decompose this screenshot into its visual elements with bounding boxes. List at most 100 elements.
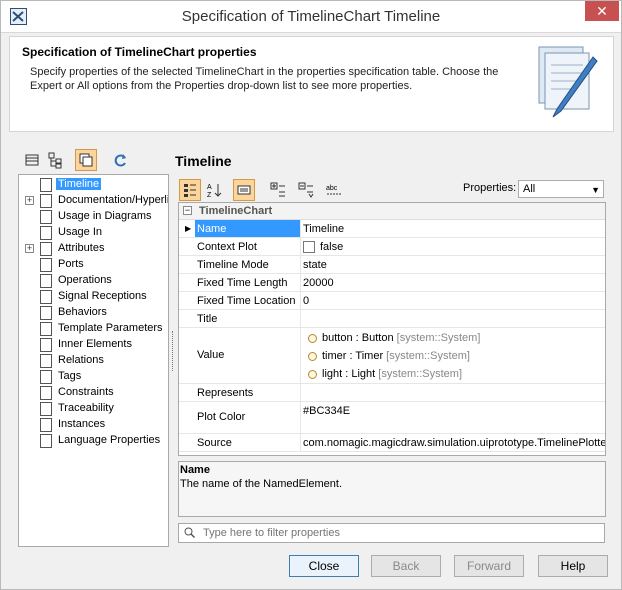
close-button[interactable]: Close xyxy=(289,555,359,577)
timeline-element-icon xyxy=(40,178,52,192)
compact-mode-icon[interactable] xyxy=(233,179,255,201)
expand-all-icon[interactable] xyxy=(267,179,289,201)
collapse-group-icon[interactable]: − xyxy=(183,206,192,215)
tree-item-label: Attributes xyxy=(58,242,105,254)
value-item-type: : Button xyxy=(352,332,394,344)
property-name-value[interactable]: Timeline xyxy=(303,223,344,235)
tree-item-label: Operations xyxy=(58,274,112,286)
value-item-name: timer xyxy=(322,350,347,362)
chevron-down-icon: ▼ xyxy=(591,185,600,195)
property-row-timeline-mode[interactable]: Timeline Mode state xyxy=(179,256,605,274)
value-list-item[interactable]: timer : Timer [system::System] xyxy=(322,350,470,362)
tree-item[interactable]: Usage in Diagrams xyxy=(19,209,168,225)
properties-dropdown-value: All xyxy=(523,183,536,195)
tree-item[interactable]: Tags xyxy=(19,369,168,385)
value-item-qualifier: [system::System] xyxy=(375,368,463,380)
properties-dropdown[interactable]: All ▼ xyxy=(518,180,604,198)
tree-item[interactable]: Inner Elements xyxy=(19,337,168,353)
tree-item[interactable]: Constraints xyxy=(19,385,168,401)
tree-item[interactable]: + Attributes xyxy=(19,241,168,257)
property-page-icon xyxy=(40,354,52,368)
tree-item-label: Ports xyxy=(58,258,84,270)
property-value-list[interactable]: button : Button [system::System] timer : … xyxy=(302,328,605,383)
property-page-icon xyxy=(40,226,52,240)
property-row-fixed-time-location[interactable]: Fixed Time Location 0 xyxy=(179,292,605,310)
header-panel: Specification of TimelineChart propertie… xyxy=(9,36,614,132)
tree-item-label: Timeline xyxy=(56,178,102,190)
property-fixed-time-location-value[interactable]: 0 xyxy=(303,295,309,307)
property-source-value[interactable]: com.nomagic.magicdraw.simulation.uiproto… xyxy=(303,437,605,449)
close-window-button[interactable]: ✕ xyxy=(585,1,619,21)
property-page-icon xyxy=(40,290,52,304)
property-row-title[interactable]: Title xyxy=(179,310,605,328)
property-plot-color-value[interactable]: #BC334E xyxy=(303,405,350,417)
tree-item[interactable]: Relations xyxy=(19,353,168,369)
list-view-icon[interactable] xyxy=(21,149,43,171)
tree-item-label: Relations xyxy=(58,354,104,366)
property-fixed-time-location-label: Fixed Time Location xyxy=(197,295,296,307)
filter-properties-input[interactable] xyxy=(201,525,596,541)
property-row-plot-color[interactable]: Plot Color #BC334E xyxy=(179,402,605,434)
property-page-icon xyxy=(40,370,52,384)
tree-item-label: Constraints xyxy=(58,386,114,398)
sort-alphabetical-icon[interactable]: AZ xyxy=(203,179,225,201)
property-timeline-mode-label: Timeline Mode xyxy=(197,259,269,271)
expand-icon[interactable]: + xyxy=(25,196,34,205)
tree-item[interactable]: Language Properties xyxy=(19,433,168,449)
property-row-value[interactable]: Value button : Button [system::System] ti… xyxy=(179,328,605,384)
value-item-name: light xyxy=(322,368,343,380)
specification-tree: Timeline + Documentation/Hyperlinks Usage i… xyxy=(18,174,169,547)
specification-dialog: Specification of TimelineChart Timeline … xyxy=(0,0,622,590)
property-row-fixed-time-length[interactable]: Fixed Time Length 20000 xyxy=(179,274,605,292)
value-item-type: : Timer xyxy=(346,350,384,362)
property-page-icon xyxy=(40,338,52,352)
tree-item[interactable]: Ports xyxy=(19,257,168,273)
property-row-source[interactable]: Source com.nomagic.magicdraw.simulation.… xyxy=(179,434,605,452)
property-page-icon xyxy=(40,402,52,416)
tree-item[interactable]: Usage In xyxy=(19,225,168,241)
help-button[interactable]: Help xyxy=(538,555,608,577)
tree-item[interactable]: Instances xyxy=(19,417,168,433)
svg-text:abc: abc xyxy=(326,185,338,192)
filter-box xyxy=(178,523,605,543)
property-row-name[interactable]: ▶ Name Timeline xyxy=(179,220,605,238)
tree-item-label: Inner Elements xyxy=(58,338,132,350)
tree-item[interactable]: Traceability xyxy=(19,401,168,417)
panel-splitter[interactable] xyxy=(172,331,174,371)
svg-text:Z: Z xyxy=(207,192,212,199)
tree-item[interactable]: Signal Receptions xyxy=(19,289,168,305)
property-fixed-time-length-value[interactable]: 20000 xyxy=(303,277,334,289)
expand-icon[interactable]: + xyxy=(25,244,34,253)
back-button[interactable]: Back xyxy=(371,555,441,577)
tree-item[interactable]: Template Parameters xyxy=(19,321,168,337)
abc-filter-icon[interactable]: abc xyxy=(323,179,345,201)
refresh-icon[interactable] xyxy=(109,149,131,171)
document-edit-icon xyxy=(533,43,599,121)
property-context-plot-label: Context Plot xyxy=(197,241,257,253)
property-description-panel: Name The name of the NamedElement. xyxy=(178,461,606,517)
description-text: The name of the NamedElement. xyxy=(180,478,343,490)
property-page-icon xyxy=(40,386,52,400)
property-timeline-mode-value[interactable]: state xyxy=(303,259,327,271)
context-plot-checkbox[interactable] xyxy=(303,241,315,253)
value-list-item[interactable]: button : Button [system::System] xyxy=(322,332,480,344)
description-title: Name xyxy=(180,464,210,476)
tree-item-label: Signal Receptions xyxy=(58,290,147,302)
tree-view-icon[interactable] xyxy=(45,149,67,171)
categorized-view-icon[interactable] xyxy=(179,179,201,201)
tree-item[interactable]: Behaviors xyxy=(19,305,168,321)
property-page-icon xyxy=(40,434,52,448)
property-row-represents[interactable]: Represents xyxy=(179,384,605,402)
copy-view-icon[interactable] xyxy=(75,149,97,171)
tree-item[interactable]: Operations xyxy=(19,273,168,289)
forward-button[interactable]: Forward xyxy=(454,555,524,577)
collapse-all-icon[interactable] xyxy=(295,179,317,201)
tree-item[interactable]: Timeline xyxy=(19,177,168,193)
properties-label: Properties: xyxy=(463,182,517,194)
property-row-context-plot[interactable]: Context Plot false xyxy=(179,238,605,256)
group-header-timelinechart[interactable]: − TimelineChart xyxy=(179,203,605,220)
value-list-item[interactable]: light : Light [system::System] xyxy=(322,368,462,380)
tree-item[interactable]: + Documentation/Hyperlinks xyxy=(19,193,168,209)
value-item-name: button xyxy=(322,332,353,344)
tree-item-label: Instances xyxy=(58,418,106,430)
